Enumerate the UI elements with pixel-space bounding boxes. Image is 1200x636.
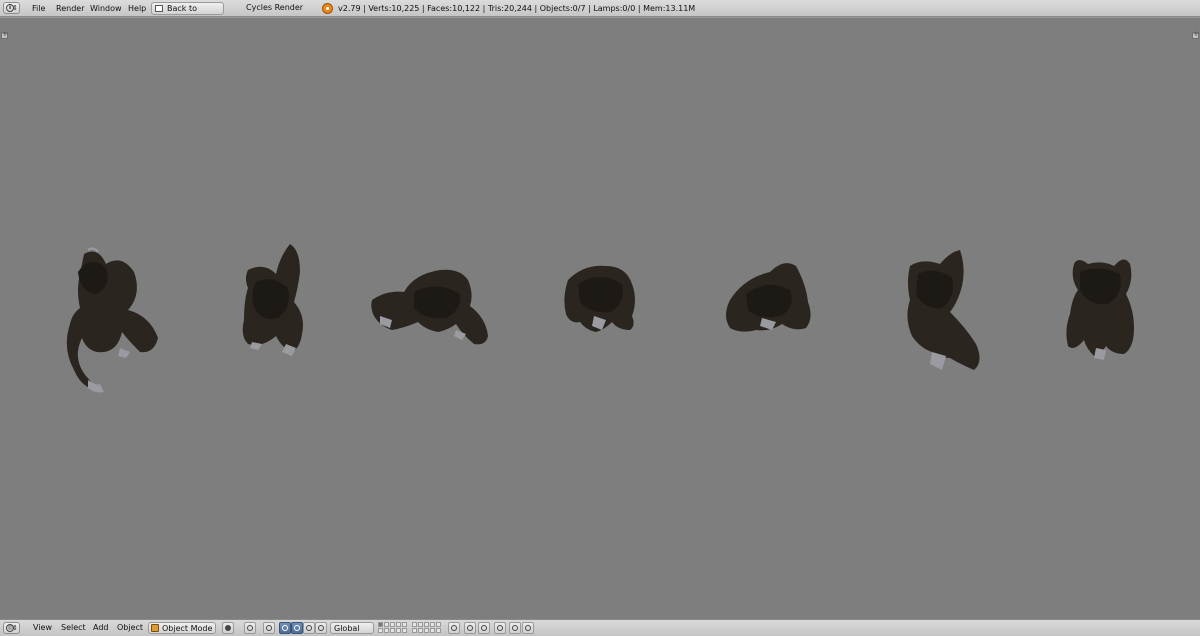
translate-arrow-icon (282, 625, 288, 631)
menu-view[interactable]: View (33, 620, 52, 636)
menu-render[interactable]: Render (56, 0, 84, 17)
pivot-point-button[interactable] (244, 622, 256, 634)
gorilla-model-1[interactable] (66, 247, 158, 393)
snap-element-icon (481, 625, 487, 631)
menu-object[interactable]: Object (117, 620, 143, 636)
proportional-editing-button[interactable] (464, 622, 476, 634)
info-header: i ⇕ File Render Window Help Back to Prev… (0, 0, 1200, 25)
proportional-icon (467, 625, 473, 631)
lock-layers-button[interactable] (448, 622, 460, 634)
manipulator-icon (266, 625, 272, 631)
snap-element-button[interactable] (478, 622, 490, 634)
gorilla-model-5[interactable] (726, 263, 811, 332)
menu-file[interactable]: File (32, 0, 45, 17)
scene-stats: v2.79 | Verts:10,225 | Faces:10,122 | Tr… (338, 4, 696, 13)
view3d-editor-type-button[interactable]: ◎ ⇕ (3, 622, 20, 634)
scale-manipulator-button[interactable] (303, 622, 315, 634)
menu-window[interactable]: Window (90, 0, 122, 17)
scene-objects (66, 244, 1134, 393)
snap-target-button[interactable] (494, 622, 506, 634)
render-opengl-button[interactable] (509, 622, 521, 634)
back-to-previous-button[interactable]: Back to Previous (151, 2, 224, 25)
back-screen-icon (155, 5, 163, 12)
magnet-icon (318, 625, 324, 631)
lock-icon (451, 625, 457, 631)
blender-logo-icon (322, 3, 333, 14)
scale-icon (306, 625, 312, 631)
object-cube-icon (151, 624, 159, 632)
menu-add[interactable]: Add (93, 620, 109, 636)
gorilla-model-3[interactable] (371, 269, 488, 345)
manipulator-toggle-button[interactable] (263, 622, 275, 634)
gorilla-model-6[interactable] (907, 250, 980, 370)
solid-sphere-icon (225, 625, 231, 631)
transform-orientation-label: Global (334, 624, 360, 633)
rotate-manipulator-button[interactable] (291, 622, 303, 634)
gorilla-model-4[interactable] (564, 265, 635, 332)
object-mode-label: Object Mode (162, 624, 213, 633)
3d-viewport[interactable] (0, 17, 1200, 620)
gorilla-model-7[interactable] (1066, 259, 1134, 360)
clapper-icon (525, 625, 531, 631)
snap-target-icon (497, 625, 503, 631)
camera-icon (512, 625, 518, 631)
translate-manipulator-button[interactable] (279, 622, 291, 634)
gorilla-model-2[interactable] (242, 244, 303, 356)
viewport-shading-button[interactable] (222, 622, 234, 634)
scene-layers[interactable] (378, 622, 444, 634)
object-mode-selector[interactable]: Object Mode (148, 622, 216, 634)
editor-type-button[interactable]: i ⇕ (3, 2, 20, 14)
3d-view-header: ◎ ⇕ View Select Add Object Object Mode G… (0, 619, 1200, 636)
menu-select[interactable]: Select (61, 620, 86, 636)
pivot-point-icon (247, 625, 253, 631)
snap-toggle-button[interactable] (315, 622, 327, 634)
menu-help[interactable]: Help (128, 0, 146, 17)
transform-orientation-selector[interactable]: Global (330, 622, 374, 634)
render-engine-selector[interactable]: Cycles Render (246, 2, 303, 15)
chevron-updown-icon: ⇕ (12, 4, 18, 12)
rotate-icon (294, 625, 300, 631)
chevron-updown-icon: ⇕ (12, 624, 18, 632)
render-animation-button[interactable] (522, 622, 534, 634)
